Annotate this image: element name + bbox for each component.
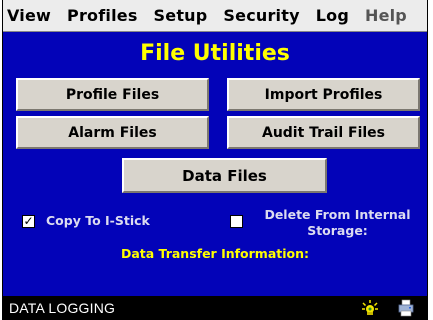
printer-icon [398,299,414,317]
import-profiles-button[interactable]: Import Profiles [227,78,420,111]
copy-to-istick-checkbox[interactable]: ✓ [22,215,35,228]
data-transfer-info-label: Data Transfer Information: [120,246,310,261]
menu-log[interactable]: Log [308,0,357,32]
delete-from-internal-checkbox[interactable] [230,215,243,228]
status-text: DATA LOGGING [9,300,116,316]
alarm-light-icon [362,300,378,315]
delete-label-line2: Storage: [307,223,368,238]
file-utilities-screen: View Profiles Setup Security Log Help Fi… [2,0,428,320]
audit-trail-files-button[interactable]: Audit Trail Files [227,116,420,149]
menu-view[interactable]: View [3,0,59,32]
menu-profiles[interactable]: Profiles [59,0,146,32]
menu-security[interactable]: Security [215,0,307,32]
menu-setup[interactable]: Setup [146,0,216,32]
profile-files-button[interactable]: Profile Files [16,78,209,111]
status-bar: DATA LOGGING [3,296,427,320]
data-files-button[interactable]: Data Files [122,158,327,193]
menu-help[interactable]: Help [357,0,415,32]
delete-from-internal-label: Delete From Internal Storage: [250,207,425,239]
menu-bar: View Profiles Setup Security Log Help [3,0,427,32]
alarm-files-button[interactable]: Alarm Files [16,116,209,149]
delete-label-line1: Delete From Internal [264,207,411,222]
copy-to-istick-label: Copy To I-Stick [46,213,150,228]
page-title: File Utilities [140,41,290,66]
